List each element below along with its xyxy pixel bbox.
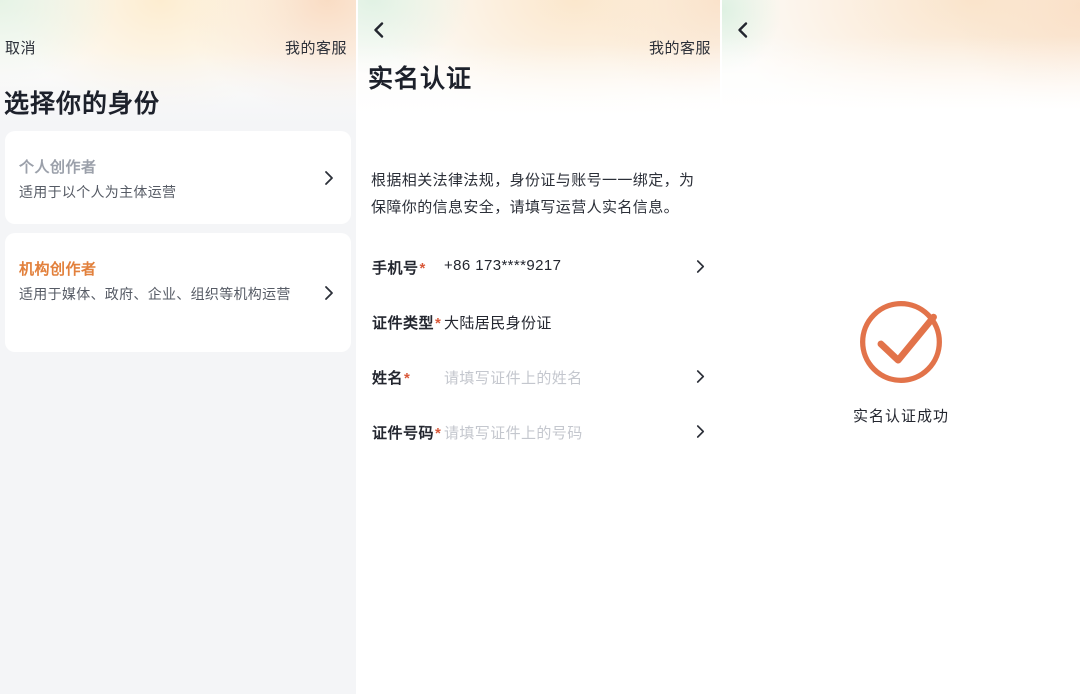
chevron-right-icon: [695, 424, 706, 439]
required-asterisk: *: [404, 370, 410, 387]
success-message: 实名认证成功: [722, 405, 1080, 426]
three-screen-flow: 取消 我的客服 选择你的身份 个人创作者 适用于以个人为主体运营 机构创作者 适…: [0, 0, 1080, 694]
back-icon[interactable]: [734, 21, 752, 39]
field-label: 证件类型*: [372, 312, 441, 333]
success-check-icon: [722, 296, 1080, 393]
identity-card-personal[interactable]: 个人创作者 适用于以个人为主体运营: [5, 131, 351, 224]
field-value: 大陆居民身份证: [444, 312, 552, 333]
card-subtitle: 适用于以个人为主体运营: [19, 181, 307, 203]
required-asterisk: *: [420, 260, 426, 277]
card-title: 机构创作者: [19, 258, 97, 279]
screen-verification-success: 实名认证成功: [722, 0, 1080, 694]
cancel-button[interactable]: 取消: [5, 37, 36, 58]
chevron-right-icon: [695, 259, 706, 274]
field-placeholder: 请填写证件上的号码: [444, 422, 583, 443]
page-title: 实名认证: [368, 59, 472, 95]
field-label: 证件号码*: [372, 422, 441, 443]
chevron-right-icon: [695, 369, 706, 384]
required-asterisk: *: [435, 425, 441, 442]
field-row-phone[interactable]: 手机号* +86 173****9217: [358, 251, 720, 281]
screen-realname-form: 我的客服 实名认证 根据相关法律法规，身份证与账号一一绑定，为保障你的信息安全，…: [358, 0, 720, 694]
required-asterisk: *: [435, 315, 441, 332]
header-gradient: [722, 0, 1080, 120]
legal-description: 根据相关法律法规，身份证与账号一一绑定，为保障你的信息安全，请填写运营人实名信息…: [371, 167, 707, 221]
chevron-right-icon: [323, 170, 335, 186]
support-link[interactable]: 我的客服: [285, 37, 347, 58]
field-row-id-number[interactable]: 证件号码* 请填写证件上的号码: [358, 416, 720, 446]
screen-choose-identity: 取消 我的客服 选择你的身份 个人创作者 适用于以个人为主体运营 机构创作者 适…: [0, 0, 356, 694]
card-title: 个人创作者: [19, 156, 97, 177]
back-icon[interactable]: [370, 21, 388, 39]
support-link[interactable]: 我的客服: [649, 37, 711, 58]
field-row-name[interactable]: 姓名* 请填写证件上的姓名: [358, 361, 720, 391]
field-value: +86 173****9217: [444, 257, 561, 274]
identity-card-organization[interactable]: 机构创作者 适用于媒体、政府、企业、组织等机构运营: [5, 233, 351, 352]
field-label: 姓名*: [372, 367, 410, 388]
page-title: 选择你的身份: [4, 84, 160, 120]
field-label: 手机号*: [372, 257, 426, 278]
chevron-right-icon: [323, 285, 335, 301]
field-row-id-type: 证件类型* 大陆居民身份证: [358, 306, 720, 336]
card-subtitle: 适用于媒体、政府、企业、组织等机构运营: [19, 283, 307, 305]
field-placeholder: 请填写证件上的姓名: [444, 367, 583, 388]
